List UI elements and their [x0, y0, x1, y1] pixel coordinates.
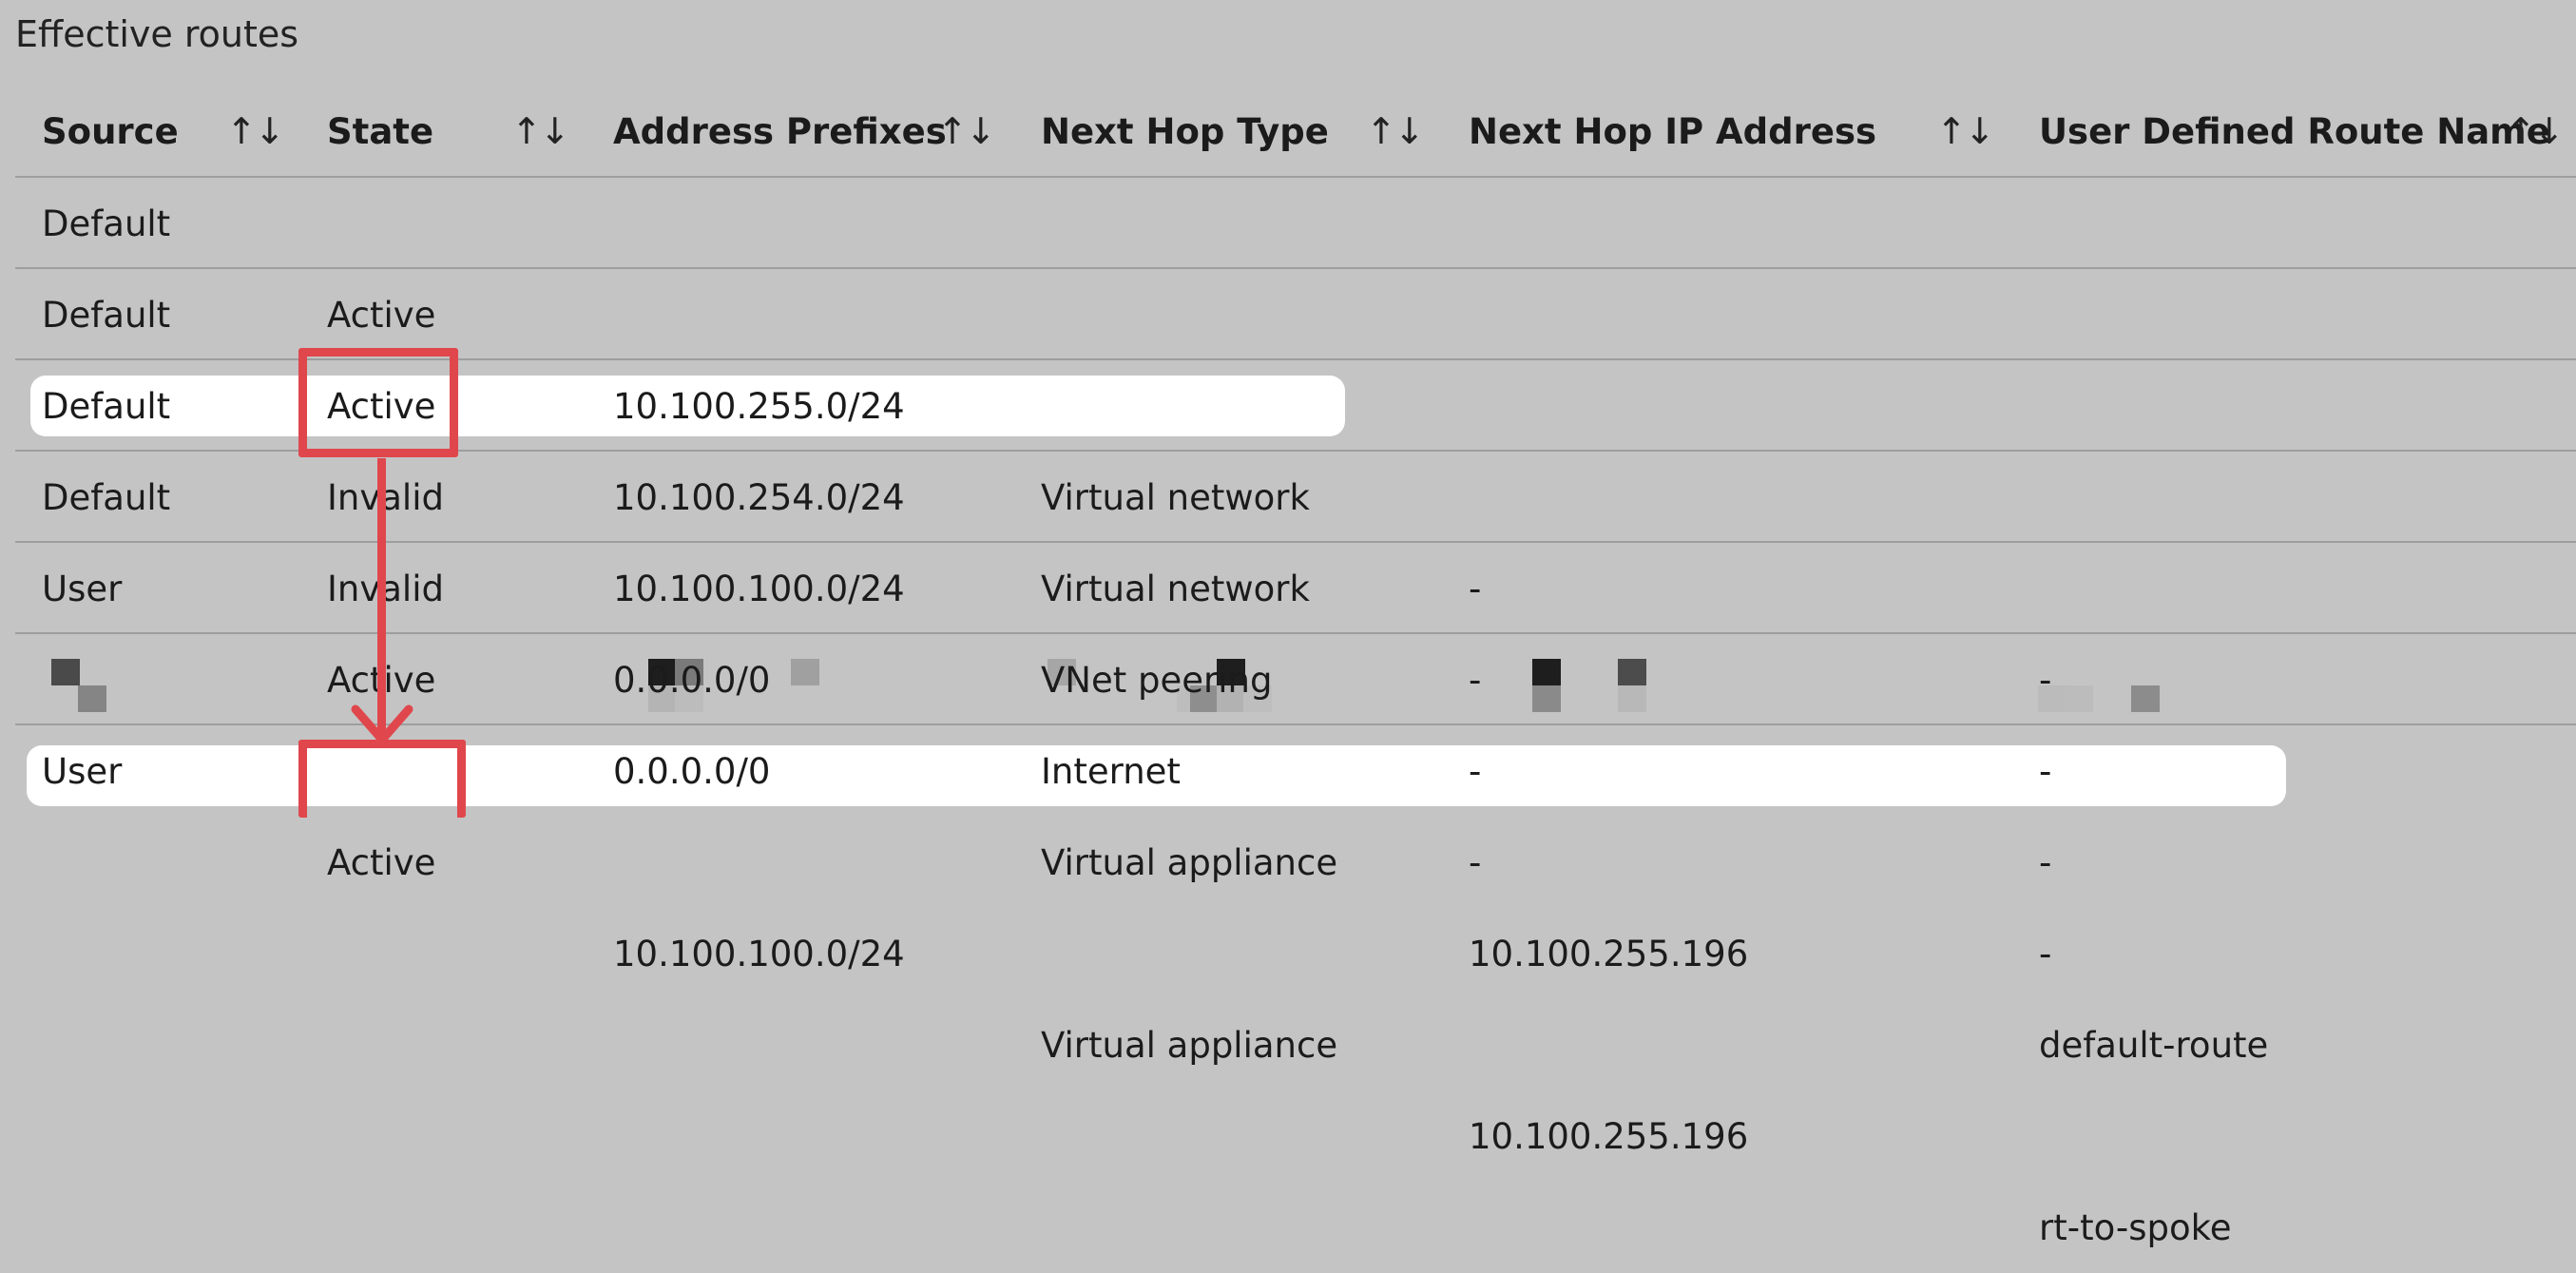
cell-source: Default — [42, 294, 171, 336]
annotation-box-active — [298, 740, 466, 818]
annotation-arrow-line — [377, 458, 386, 734]
redacted-pixel — [78, 685, 106, 712]
column-header-source[interactable]: Source — [42, 95, 179, 167]
cell-source: Default — [42, 203, 171, 244]
sort-address-prefixes-icon[interactable]: ↑↓ — [937, 95, 996, 167]
table-header: Source ↑↓ State ↑↓ Address Prefixes ↑↓ N… — [0, 95, 2576, 167]
column-header-state[interactable]: State — [327, 95, 433, 167]
column-header-next-hop-type[interactable]: Next Hop Type — [1041, 95, 1329, 167]
sort-udr-name-icon[interactable]: ↑↓ — [2506, 95, 2565, 167]
panel-title: Effective routes — [15, 13, 299, 55]
column-header-address-prefixes[interactable]: Address Prefixes — [613, 95, 947, 167]
cell-next-hop-type: Virtual appliance — [1041, 1024, 1338, 1066]
cell-source: Default — [42, 476, 171, 518]
table-row[interactable]: Default Active 10.100.254.0/24 Virtual n… — [15, 267, 2576, 792]
cell-state: Active — [327, 841, 436, 883]
table-row[interactable]: Default Active 10.100.255.0/24 Virtual n… — [15, 176, 2576, 701]
sort-next-hop-ip-icon[interactable]: ↑↓ — [1936, 95, 1995, 167]
sort-next-hop-type-icon[interactable]: ↑↓ — [1366, 95, 1425, 167]
cell-prefix: 10.100.100.0/24 — [613, 933, 905, 974]
cell-source: User — [42, 568, 123, 609]
column-header-udr-name[interactable]: User Defined Route Name — [2039, 95, 2550, 167]
cell-next-hop-ip: 10.100.255.196 — [1469, 1115, 1749, 1157]
annotation-box-invalid — [298, 348, 458, 457]
cell-udr-name: rt-to-spoke — [2039, 1206, 2232, 1248]
table-row[interactable]: User Active 0.0.0.0/0 Virtual appliance … — [15, 541, 2576, 1066]
redacted-pixel — [51, 659, 80, 685]
sort-source-icon[interactable]: ↑↓ — [226, 95, 285, 167]
table-row[interactable]: Default Invalid 0.0.0.0/0 Internet - - — [15, 450, 2576, 974]
sort-state-icon[interactable]: ↑↓ — [511, 95, 570, 167]
column-header-next-hop-ip[interactable]: Next Hop IP Address — [1469, 95, 1876, 167]
cell-state: Active — [327, 634, 2576, 725]
